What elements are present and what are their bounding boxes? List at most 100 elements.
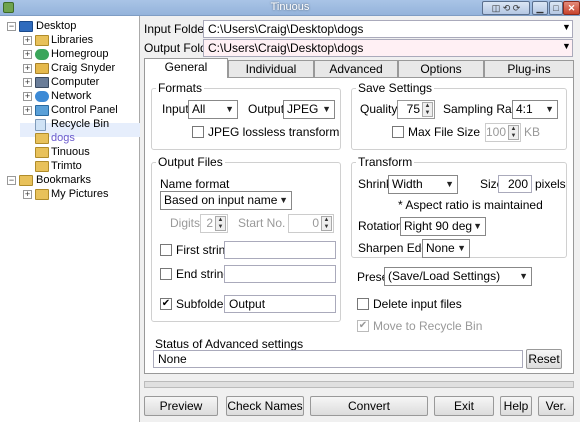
tree-item-tinuous[interactable]: Tinuous — [51, 146, 90, 159]
homegroup-icon — [35, 49, 49, 60]
tree-item-my-pictures[interactable]: My Pictures — [51, 188, 108, 201]
expand-icon[interactable]: + — [23, 50, 32, 59]
tree-item-bookmarks[interactable]: Bookmarks — [36, 174, 91, 187]
name-format-label: Name format — [160, 177, 230, 191]
input-format-label: Input — [162, 102, 189, 116]
expand-icon[interactable]: + — [23, 92, 32, 101]
tab-general[interactable]: General — [144, 58, 228, 78]
help-button[interactable]: Help — [500, 396, 532, 416]
delete-input-checkbox[interactable] — [357, 298, 369, 310]
subfolder-field[interactable]: Output — [224, 295, 336, 313]
tree-item-homegroup[interactable]: Homegroup — [51, 48, 108, 61]
digits-label: Digits — [170, 216, 201, 230]
first-string-field[interactable] — [224, 241, 336, 259]
user-folder-icon — [35, 63, 49, 74]
maximize-icon[interactable]: □ — [549, 1, 563, 15]
check-names-button[interactable]: Check Names — [226, 396, 304, 416]
sharpen-edge-select[interactable]: None ▼ — [422, 239, 470, 258]
spin-arrows-icon[interactable]: ▲ ▼ — [508, 125, 519, 140]
extra-window-buttons[interactable]: ◫ ⟲ ⟳ — [482, 1, 530, 15]
max-file-size-stepper[interactable]: 100 ▲ ▼ — [485, 123, 521, 142]
name-format-value: Based on input name — [164, 193, 278, 207]
save-settings-title: Save Settings — [356, 81, 435, 95]
expand-icon[interactable]: + — [23, 190, 32, 199]
tree-item-control-panel[interactable]: Control Panel — [51, 104, 118, 117]
formats-title: Formats — [156, 81, 205, 95]
digits-stepper[interactable]: 2 ▲ ▼ — [200, 214, 228, 233]
start-no-stepper[interactable]: 0 ▲ ▼ — [288, 214, 334, 233]
quality-label: Quality — [360, 102, 398, 116]
tree-item-computer[interactable]: Computer — [51, 76, 99, 89]
tree-item-libraries[interactable]: Libraries — [51, 34, 93, 47]
quality-value: 75 — [406, 102, 420, 116]
desktop-icon — [19, 21, 33, 32]
recycle-bin-label: Move to Recycle Bin — [373, 319, 483, 333]
tree-item-network[interactable]: Network — [51, 90, 91, 103]
spin-arrows-icon[interactable]: ▲ ▼ — [422, 102, 433, 117]
max-file-size-label: Max File Size — [408, 125, 481, 139]
recycle-bin-checkbox[interactable]: ✔ — [357, 320, 369, 332]
general-panel: Formats Input All ▼ Output JPEG ▼ JPEG los… — [144, 77, 574, 374]
control-panel-icon — [35, 105, 49, 116]
input-format-select[interactable]: All ▼ — [188, 100, 238, 119]
chevron-down-icon: ▼ — [445, 179, 454, 189]
convert-button[interactable]: Convert — [310, 396, 428, 416]
end-string-checkbox[interactable] — [160, 268, 172, 280]
rotation-label: Rotation — [358, 219, 403, 233]
output-files-group: Output Files Name format Based on input … — [151, 155, 341, 322]
recycle-bin-icon — [35, 119, 46, 131]
size-unit: pixels — [535, 177, 566, 191]
max-file-size-checkbox[interactable] — [392, 126, 404, 138]
output-folder-field[interactable]: C:\Users\Craig\Desktop\dogs — [203, 39, 573, 57]
chevron-down-icon[interactable]: ▼ — [562, 22, 571, 32]
first-string-checkbox[interactable] — [160, 244, 172, 256]
folder-tree[interactable]: − Desktop + Libraries + Homegroup + Crai… — [0, 16, 140, 422]
computer-icon — [35, 77, 49, 88]
tab-options[interactable]: Options — [398, 60, 484, 77]
transform-title: Transform — [356, 155, 415, 169]
tree-item-desktop[interactable]: Desktop — [36, 20, 76, 33]
name-format-select[interactable]: Based on input name ▼ — [160, 191, 292, 210]
tab-individual[interactable]: Individual — [228, 60, 314, 77]
tree-item-dogs[interactable]: dogs — [51, 132, 75, 145]
tree-item-craig-snyder[interactable]: Craig Snyder — [51, 62, 115, 75]
lossless-checkbox[interactable] — [192, 126, 204, 138]
size-field[interactable]: 200 — [498, 175, 532, 193]
sampling-ratio-select[interactable]: 4:1 ▼ — [512, 100, 558, 119]
expand-icon[interactable]: + — [23, 64, 32, 73]
output-format-select[interactable]: JPEG ▼ — [283, 100, 335, 119]
rotation-select[interactable]: Right 90 deg ▼ — [400, 217, 486, 236]
exit-button[interactable]: Exit — [434, 396, 494, 416]
tree-item-trimto[interactable]: Trimto — [51, 160, 82, 173]
collapse-icon[interactable]: − — [7, 176, 16, 185]
subfolder-label: Subfolder — [176, 297, 228, 311]
version-button[interactable]: Ver. — [538, 396, 574, 416]
preview-button[interactable]: Preview — [144, 396, 218, 416]
chevron-down-icon: ▼ — [322, 104, 331, 114]
reset-button[interactable]: Reset — [526, 349, 562, 369]
chevron-down-icon[interactable]: ▼ — [562, 41, 571, 51]
expand-icon[interactable]: + — [23, 36, 32, 45]
chevron-down-icon: ▼ — [279, 195, 288, 205]
collapse-icon[interactable]: − — [7, 22, 16, 31]
quality-stepper[interactable]: 75 ▲ ▼ — [397, 100, 435, 119]
input-folder-field[interactable]: C:\Users\Craig\Desktop\dogs — [203, 20, 573, 38]
subfolder-checkbox[interactable]: ✔ — [160, 298, 172, 310]
tab-plug-ins[interactable]: Plug-ins — [484, 60, 574, 77]
expand-icon[interactable]: + — [23, 78, 32, 87]
shrink-select[interactable]: Width ▼ — [388, 175, 458, 194]
folder-icon — [35, 161, 49, 172]
expand-icon[interactable]: + — [23, 106, 32, 115]
preset-select[interactable]: (Save/Load Settings) ▼ — [384, 267, 532, 286]
close-icon[interactable]: ✕ — [563, 1, 580, 15]
input-format-value: All — [192, 102, 206, 116]
tab-advanced[interactable]: Advanced — [314, 60, 398, 77]
spin-arrows-icon[interactable]: ▲ ▼ — [321, 216, 332, 231]
tree-item-recycle-bin[interactable]: Recycle Bin — [51, 118, 109, 131]
rotation-value: Right 90 deg — [404, 219, 473, 233]
spin-arrows-icon[interactable]: ▲ ▼ — [215, 216, 226, 231]
end-string-field[interactable] — [224, 265, 336, 283]
aspect-note: * Aspect ratio is maintained — [398, 198, 543, 212]
minimize-icon[interactable]: ▁ — [532, 1, 548, 15]
chevron-down-icon: ▼ — [519, 271, 528, 281]
